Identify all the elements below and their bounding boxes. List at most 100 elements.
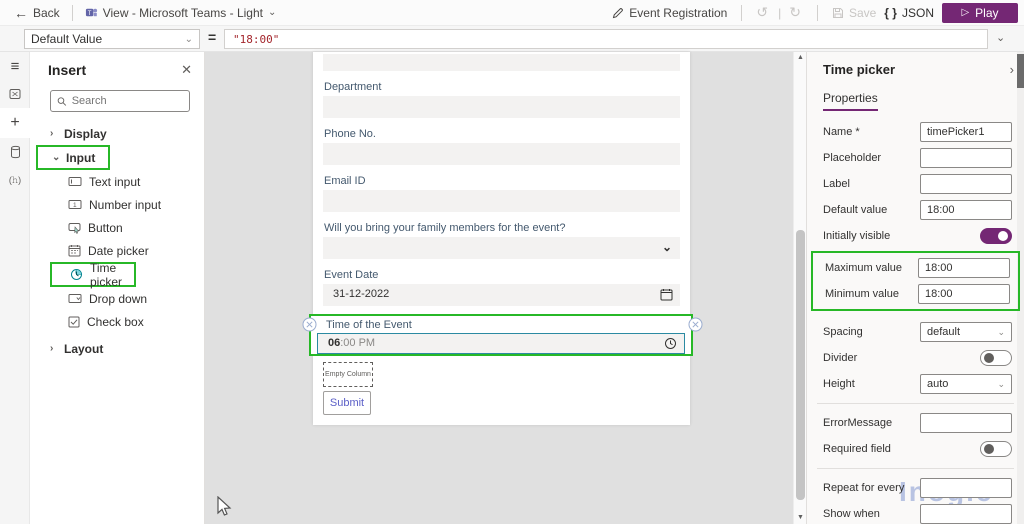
- height-value: auto: [927, 378, 949, 390]
- group-display-label: Display: [64, 126, 107, 141]
- insert-item-number-input[interactable]: 1 Number input: [30, 193, 204, 216]
- selection-handle-left-icon[interactable]: [302, 317, 317, 332]
- top-command-bar: ← Back T View - Microsoft Teams - Light …: [0, 0, 1024, 26]
- clock-icon: [665, 338, 676, 349]
- prop-row-default-value: Default value: [807, 197, 1024, 223]
- property-selector-dropdown[interactable]: Default Value ⌄: [24, 29, 200, 49]
- event-date-input[interactable]: 31-12-2022: [323, 284, 680, 306]
- formula-input[interactable]: "18:00": [224, 29, 988, 49]
- variables-icon[interactable]: (𝚑): [0, 166, 30, 194]
- undo-icon[interactable]: ↺: [756, 4, 770, 21]
- submit-label: Submit: [329, 397, 365, 409]
- toolbar-divider: [816, 4, 818, 21]
- selection-handle-right-icon[interactable]: [688, 317, 703, 332]
- group-layout[interactable]: › Layout: [30, 337, 204, 360]
- card-form: Department Phone No. Email ID Will you b…: [302, 52, 703, 425]
- play-button[interactable]: ▷ Play: [942, 2, 1018, 23]
- form-field-department[interactable]: [323, 96, 680, 118]
- design-canvas[interactable]: Department Phone No. Email ID Will you b…: [205, 52, 806, 524]
- spacing-dropdown[interactable]: default ⌄: [920, 322, 1012, 342]
- date-picker-icon: [68, 245, 81, 257]
- chevron-down-icon: ⌄: [997, 326, 1005, 337]
- empty-column-placeholder[interactable]: Empty Column: [323, 362, 373, 387]
- height-dropdown[interactable]: auto ⌄: [920, 374, 1012, 394]
- submit-button[interactable]: Submit: [323, 391, 371, 415]
- save-button[interactable]: Save: [832, 6, 876, 20]
- divider-toggle[interactable]: [980, 350, 1012, 366]
- initially-visible-toggle[interactable]: [980, 228, 1012, 244]
- time-picker-input[interactable]: 06:00 PM: [317, 333, 685, 354]
- check-box-icon: [68, 316, 80, 327]
- calendar-icon: [660, 289, 673, 301]
- insert-item-check-box[interactable]: Check box: [30, 310, 204, 333]
- left-icon-rail: ≡ + (𝚑): [0, 52, 30, 524]
- name-field[interactable]: [920, 122, 1012, 142]
- chevron-down-icon: ⌄: [52, 152, 61, 163]
- event-date-value: 31-12-2022: [333, 288, 390, 300]
- form-field-partial[interactable]: [323, 54, 680, 71]
- placeholder-field[interactable]: [920, 148, 1012, 168]
- insert-panel: Insert ✕ › Display ⌄ Input Text input 1 …: [30, 52, 205, 524]
- spacing-value: default: [927, 326, 961, 338]
- family-members-dropdown[interactable]: ⌄: [323, 237, 680, 259]
- prop-label: Spacing: [823, 326, 863, 338]
- maximum-value-field[interactable]: [918, 258, 1010, 278]
- svg-text:1: 1: [73, 202, 77, 209]
- errormessage-field[interactable]: [920, 413, 1012, 433]
- back-button[interactable]: ← Back: [14, 5, 60, 21]
- prop-row-repeat-for-every: Repeat for every: [807, 475, 1024, 501]
- insert-item-text-input[interactable]: Text input: [30, 170, 204, 193]
- item-label: Check box: [87, 314, 144, 329]
- form-field-email[interactable]: [323, 190, 680, 212]
- view-selector[interactable]: T View - Microsoft Teams - Light ⌄: [85, 6, 276, 20]
- main-area: ≡ + (𝚑) Insert ✕ › Display ⌄ Input T: [0, 52, 1024, 524]
- close-icon[interactable]: ✕: [181, 62, 192, 78]
- item-label: Time picker: [90, 260, 123, 289]
- insert-item-date-picker[interactable]: Date picker: [30, 239, 204, 262]
- play-icon: ▷: [961, 7, 970, 18]
- formula-bar: Default Value ⌄ = "18:00" ⌄: [0, 26, 1024, 52]
- insert-item-drop-down[interactable]: Drop down: [30, 287, 204, 310]
- label-field[interactable]: [920, 174, 1012, 194]
- time-label: Time of the Event: [326, 319, 412, 331]
- menu-hamburger-icon[interactable]: ≡: [0, 52, 30, 80]
- form-field-phone[interactable]: [323, 143, 680, 165]
- data-icon[interactable]: [0, 138, 30, 166]
- chevron-right-icon[interactable]: ›: [1010, 62, 1014, 77]
- default-value-field[interactable]: [920, 200, 1012, 220]
- formula-expand-chevron-icon[interactable]: ⌄: [996, 31, 1005, 44]
- app-name-edit[interactable]: Event Registration: [612, 6, 727, 20]
- play-label: Play: [975, 5, 999, 20]
- search-input[interactable]: [71, 95, 183, 107]
- required-field-toggle[interactable]: [980, 441, 1012, 457]
- chevron-right-icon: ›: [50, 128, 54, 139]
- group-display[interactable]: › Display: [30, 122, 204, 145]
- insert-item-button[interactable]: Button: [30, 216, 204, 239]
- teams-icon: T: [85, 8, 97, 17]
- repeat-for-every-field[interactable]: [920, 478, 1012, 498]
- group-input[interactable]: ⌄ Input: [36, 145, 110, 170]
- number-input-icon: 1: [68, 200, 82, 209]
- back-arrow-icon: ←: [14, 4, 28, 21]
- canvas-scrollbar-thumb[interactable]: [796, 230, 805, 500]
- prop-label: ErrorMessage: [823, 417, 893, 429]
- minimum-value-field[interactable]: [918, 284, 1010, 304]
- prop-label: Default value: [823, 204, 888, 216]
- tab-properties[interactable]: Properties: [823, 91, 878, 111]
- item-label: Button: [88, 220, 123, 235]
- chevron-down-icon: ⌄: [997, 378, 1005, 389]
- prop-label: Label: [823, 178, 850, 190]
- tree-view-icon[interactable]: [0, 80, 30, 108]
- prop-label: Name *: [823, 126, 860, 138]
- json-button[interactable]: { } JSON: [884, 6, 934, 20]
- show-when-field[interactable]: [920, 504, 1012, 524]
- insert-item-time-picker[interactable]: Time picker: [50, 260, 136, 289]
- insert-search[interactable]: [50, 90, 190, 112]
- properties-scrollbar-thumb[interactable]: [1017, 54, 1024, 88]
- redo-icon[interactable]: ↻: [789, 4, 803, 21]
- field-label: Phone No.: [324, 128, 376, 140]
- section-divider: [817, 468, 1014, 469]
- canvas-scrollbar[interactable]: ▲ ▼: [793, 52, 806, 524]
- properties-panel: Inogic Time picker › Properties Name * P…: [806, 52, 1024, 524]
- insert-plus-icon[interactable]: +: [0, 108, 30, 138]
